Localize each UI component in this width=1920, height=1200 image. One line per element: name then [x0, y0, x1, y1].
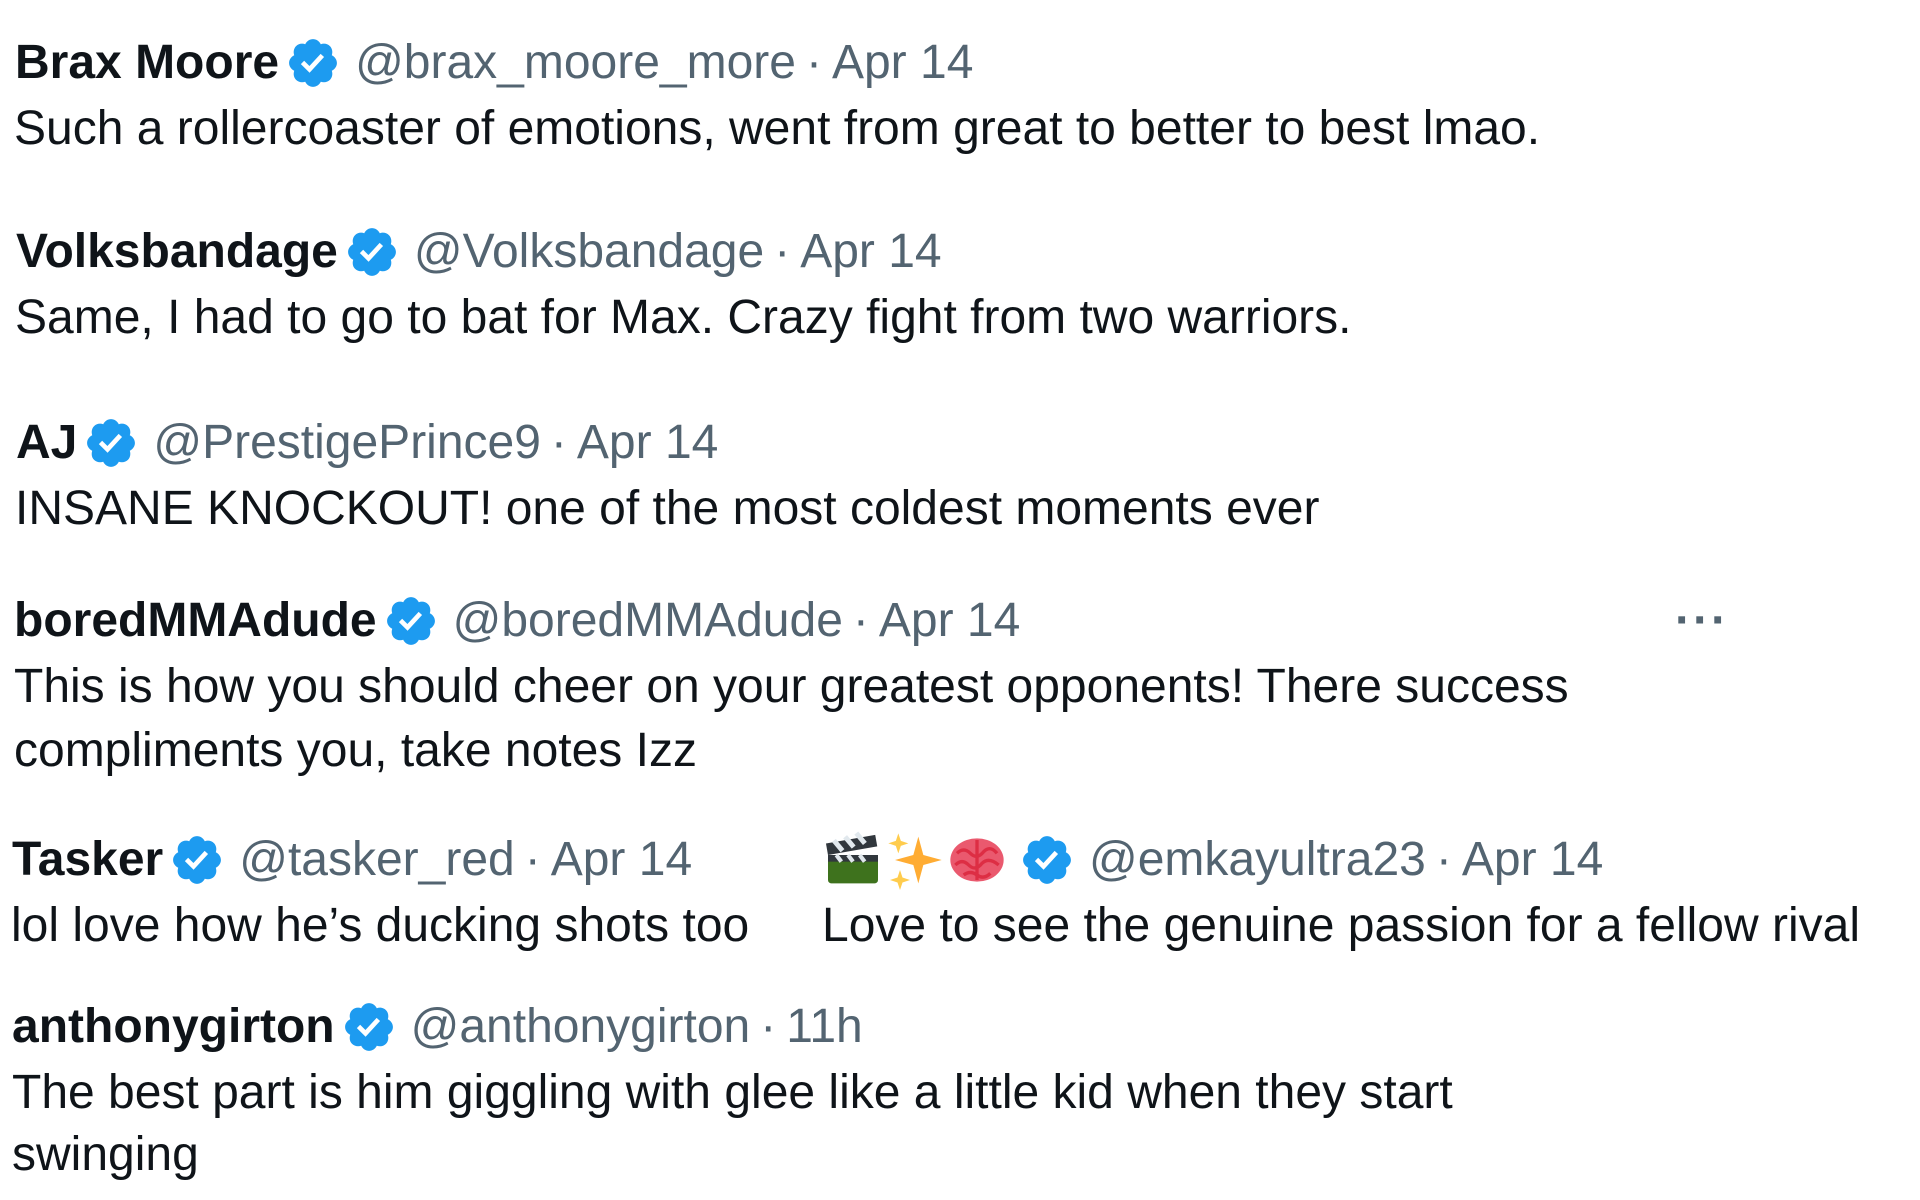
separator-dot: · [774, 225, 791, 278]
reply-header: @emkayultra23 · Apr 14 [823, 830, 1603, 890]
verified-badge-icon [341, 999, 397, 1055]
reply-emkayultra23[interactable]: @emkayultra23 · Apr 14 Love to see the g… [820, 830, 1920, 960]
reply-header: Tasker @tasker_red · Apr 14 [12, 830, 692, 890]
timestamp[interactable]: 11h [786, 997, 863, 1057]
display-name[interactable]: Volksbandage [16, 222, 338, 282]
reply-text: Same, I had to go to bat for Max. Crazy … [15, 291, 1352, 344]
verified-badge-icon [344, 224, 400, 280]
user-handle[interactable]: @tasker_red [239, 830, 515, 890]
separator-dot: · [760, 1000, 777, 1053]
reply-text-line-2: compliments you, take notes Izz [14, 724, 697, 777]
reply-header: anthonygirton @anthonygirton · 11h [12, 997, 863, 1057]
display-name[interactable]: boredMMAdude [14, 591, 377, 651]
verified-badge-icon [285, 35, 341, 91]
verified-badge-icon [383, 593, 439, 649]
sparkles-icon [885, 830, 945, 890]
reply-text: INSANE KNOCKOUT! one of the most coldest… [15, 482, 1320, 535]
brain-icon [947, 830, 1007, 890]
separator-dot: · [805, 36, 822, 89]
separator-dot: · [1435, 833, 1452, 886]
display-name[interactable]: Tasker [12, 830, 163, 890]
user-handle[interactable]: @anthonygirton [411, 997, 751, 1057]
reply-boredmmadude[interactable]: boredMMAdude @boredMMAdude · Apr 14 ··· … [0, 591, 1920, 791]
user-handle[interactable]: @boredMMAdude [453, 591, 843, 651]
timestamp[interactable]: Apr 14 [1462, 830, 1603, 890]
separator-dot: · [852, 594, 869, 647]
separator-dot: · [524, 833, 541, 886]
reply-text-line-1: The best part is him giggling with glee … [12, 1066, 1453, 1119]
display-name[interactable]: anthonygirton [12, 997, 335, 1057]
separator-dot: · [550, 416, 567, 469]
reply-header: Volksbandage @Volksbandage · Apr 14 [16, 222, 942, 282]
reply-text-line-1: This is how you should cheer on your gre… [14, 660, 1569, 713]
verified-badge-icon [83, 415, 139, 471]
reply-header: AJ @PrestigePrince9 · Apr 14 [16, 413, 718, 473]
timestamp[interactable]: Apr 14 [577, 413, 718, 473]
user-handle[interactable]: @PrestigePrince9 [153, 413, 541, 473]
clapper-board-icon [823, 830, 883, 890]
timestamp[interactable]: Apr 14 [551, 830, 692, 890]
verified-badge-icon [1019, 832, 1075, 888]
timestamp[interactable]: Apr 14 [832, 33, 973, 93]
more-options-button[interactable]: ··· [1675, 591, 1729, 651]
reply-text: Such a rollercoaster of emotions, went f… [14, 102, 1541, 155]
timestamp[interactable]: Apr 14 [879, 591, 1020, 651]
user-handle[interactable]: @Volksbandage [414, 222, 764, 282]
timestamp[interactable]: Apr 14 [800, 222, 941, 282]
reply-text: Love to see the genuine passion for a fe… [822, 899, 1860, 952]
user-handle[interactable]: @brax_moore_more [355, 33, 796, 93]
reply-text: lol love how he’s ducking shots too [11, 899, 750, 952]
reply-header: boredMMAdude @boredMMAdude · Apr 14 [14, 591, 1020, 651]
reply-text-line-2: swinging [12, 1128, 199, 1181]
user-handle[interactable]: @emkayultra23 [1089, 830, 1426, 890]
reply-header: Brax Moore @brax_moore_more · Apr 14 [15, 33, 973, 93]
display-name[interactable]: Brax Moore [15, 33, 279, 93]
reply-tasker[interactable]: Tasker @tasker_red · Apr 14 lol love how… [0, 830, 800, 960]
verified-badge-icon [169, 832, 225, 888]
display-name[interactable]: AJ [16, 413, 77, 473]
